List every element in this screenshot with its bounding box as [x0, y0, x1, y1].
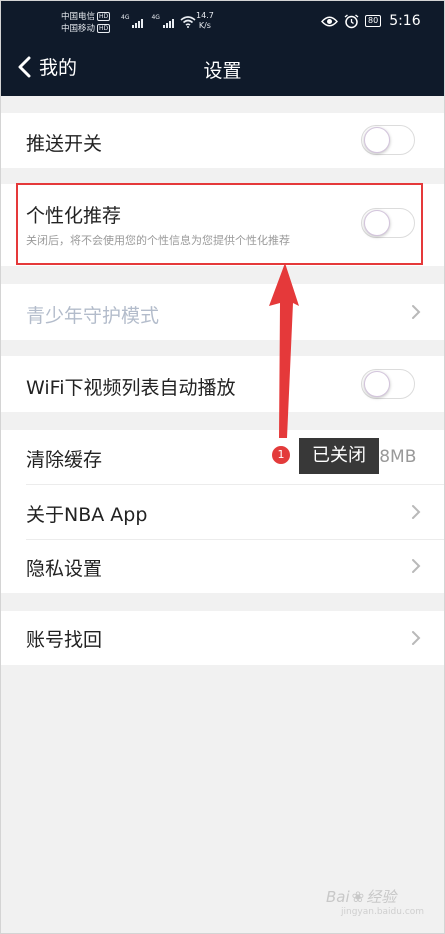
- paw-icon: ❀: [351, 888, 365, 906]
- watermark-suffix: 经验: [366, 888, 397, 906]
- phone-screen: 中国电信 HD 中国移动 HD 4G 4G 14.7 K/s 80 5:16 我…: [0, 0, 445, 934]
- watermark-brand: Bai: [326, 888, 350, 906]
- annotation-callout: 已关闭: [299, 438, 379, 474]
- watermark-url: jingyan.baidu.com: [341, 907, 425, 917]
- baidu-watermark: Bai ❀ 经验: [326, 886, 396, 907]
- step-badge: 1: [271, 445, 291, 465]
- callout-dot: [291, 452, 297, 458]
